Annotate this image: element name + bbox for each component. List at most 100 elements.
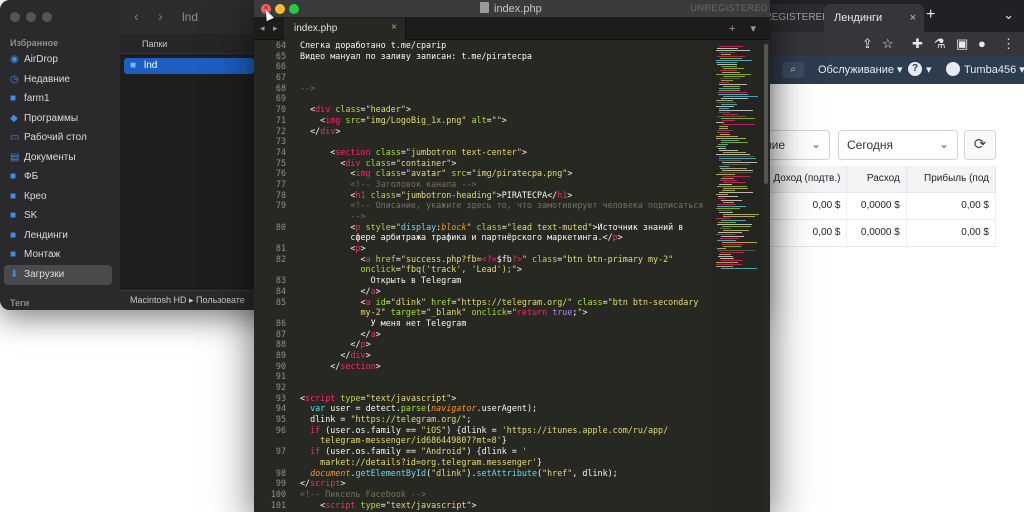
- sidebar-item[interactable]: ◷ Недавние: [4, 70, 112, 90]
- help-caret[interactable]: ▾: [926, 63, 932, 76]
- minimap-line: [722, 170, 753, 171]
- minimap-line: [719, 46, 743, 47]
- code-line: сфере арбитража трафика и партнёрского м…: [350, 232, 623, 243]
- line-number: 83: [275, 275, 286, 286]
- refresh-button[interactable]: ⟳: [964, 130, 996, 160]
- finder-zoom-button[interactable]: [42, 12, 52, 22]
- minimap-line: [722, 226, 751, 227]
- minimap-line: [716, 266, 733, 267]
- minimap-line: [722, 162, 757, 163]
- finder-close-button[interactable]: [10, 12, 20, 22]
- minimap-line: [719, 212, 733, 213]
- sidebar-item[interactable]: ■ farm1: [4, 89, 112, 109]
- minimap-line: [720, 180, 737, 181]
- code-line: var user = detect.parse(navigator.userAg…: [310, 403, 538, 414]
- tab-nav-arrows-icon[interactable]: ◂ ▸: [260, 23, 281, 34]
- finder-minimize-button[interactable]: [26, 12, 36, 22]
- forward-chevron-icon[interactable]: ›: [158, 8, 163, 24]
- code-line: <script type="text/javascript">: [300, 392, 457, 403]
- lab-flask-icon[interactable]: ⚗: [934, 36, 946, 52]
- minimap-line: [716, 218, 730, 219]
- sidebar-item[interactable]: ■ Монтаж: [4, 245, 112, 265]
- extensions-puzzle-icon[interactable]: ✚: [912, 36, 923, 52]
- minimap-line: [723, 164, 750, 165]
- minimap-line: [720, 238, 739, 239]
- code-line: </script>: [300, 478, 346, 489]
- minimap-line: [722, 120, 735, 121]
- line-number: 67: [275, 72, 286, 83]
- minimap-line: [722, 72, 740, 73]
- minimap-line: [720, 168, 747, 169]
- minimap-line: [723, 202, 734, 203]
- line-number: 72: [275, 125, 286, 136]
- tab-index-php[interactable]: index.php ×: [284, 18, 406, 40]
- date-select[interactable]: Сегодня ⌄: [838, 130, 958, 160]
- tab-close-icon[interactable]: ×: [391, 22, 397, 33]
- tab-controls[interactable]: + ▾: [729, 22, 762, 35]
- table-cell: 0,0000 $: [846, 192, 907, 220]
- search-icon[interactable]: ⌕: [782, 62, 804, 78]
- minimap-line: [719, 88, 740, 89]
- new-tab-button[interactable]: +: [926, 6, 935, 24]
- bookmark-star-icon[interactable]: ☆: [882, 36, 894, 52]
- close-icon[interactable]: ×: [910, 12, 916, 24]
- minimap-line: [719, 84, 747, 85]
- column-header[interactable]: Прибыль (под: [906, 166, 997, 193]
- code-line: if (user.os.family == "Android") {dlink …: [310, 446, 527, 457]
- browser-tab-landings[interactable]: Лендинги ×: [824, 4, 924, 32]
- table-cell: 0,00 $: [906, 192, 997, 220]
- sidepanel-icon[interactable]: ▣: [956, 36, 968, 52]
- minimap-line: [717, 92, 747, 93]
- kebab-menu-icon[interactable]: ⋮: [1002, 36, 1015, 52]
- minimap-line: [716, 62, 737, 63]
- sidebar-item[interactable]: ▤ Документы: [4, 148, 112, 168]
- line-number: 66: [275, 61, 286, 72]
- sidebar-item[interactable]: ■ ФБ: [4, 167, 112, 187]
- help-icon[interactable]: ?: [908, 62, 922, 76]
- sidebar-item[interactable]: ■ SK: [4, 206, 112, 226]
- line-number: 79: [275, 200, 286, 211]
- code-line: <!-- Заголовок канала -->: [350, 178, 477, 189]
- sidebar-item[interactable]: ⬇ Загрузки: [4, 264, 112, 285]
- folder-icon: ▭: [10, 132, 20, 143]
- line-number: 68: [275, 82, 286, 93]
- minimap-line: [723, 96, 758, 97]
- code-line: </section>: [330, 360, 381, 371]
- finder-row-lnd[interactable]: ■ lnd: [124, 58, 254, 74]
- sidebar-item[interactable]: ◉ AirDrop: [4, 50, 112, 70]
- editor-body[interactable]: 64 65 66 67 68 69 70 71 72 73 74 75 76 77 78 79 80 81 82 83…: [254, 40, 770, 512]
- code-line: У меня нет Telegram: [370, 317, 467, 328]
- menu-service[interactable]: Обслуживание ▾: [818, 63, 903, 76]
- sidebar-item[interactable]: ▭ Рабочий стол: [4, 128, 112, 148]
- minimize-icon[interactable]: [275, 4, 285, 14]
- sidebar-item[interactable]: ◆ Программы: [4, 109, 112, 129]
- tab-list-chevron-icon[interactable]: ⌄: [1003, 7, 1014, 23]
- column-header[interactable]: Расход: [846, 166, 907, 193]
- minimap-line: [723, 182, 746, 183]
- user-menu[interactable]: Tumba456 ▾: [964, 63, 1024, 76]
- line-number: 76: [275, 168, 286, 179]
- minimap-line: [718, 144, 728, 145]
- code-line: <p style="display:block" class="lead tex…: [350, 221, 684, 232]
- minimap-line: [723, 246, 741, 247]
- minimap-line: [716, 136, 738, 137]
- zoom-icon[interactable]: [289, 4, 299, 14]
- minimap-line: [716, 208, 740, 209]
- editor-scrollbar[interactable]: [764, 44, 768, 184]
- minimap-line: [721, 140, 739, 141]
- minimap-line: [722, 124, 755, 125]
- minimap[interactable]: [712, 40, 764, 512]
- minimap-line: [717, 64, 737, 65]
- code-line: <a id="dlink" href="https://telegram.org…: [360, 296, 699, 307]
- share-icon[interactable]: ⇪: [862, 36, 873, 52]
- minimap-line: [717, 240, 736, 241]
- sidebar-item[interactable]: ■ Лендинги: [4, 226, 112, 246]
- code-line: Слегка доработано t.me/cparip: [300, 40, 447, 50]
- sidebar-item-label: Программы: [24, 112, 79, 124]
- code-area[interactable]: Слегка доработано t.me/cparip Видео ману…: [300, 40, 708, 512]
- back-chevron-icon[interactable]: ‹: [134, 8, 139, 24]
- minimap-line: [719, 254, 731, 255]
- sidebar-item[interactable]: ■ Крео: [4, 187, 112, 207]
- profile-icon[interactable]: ●: [978, 36, 986, 51]
